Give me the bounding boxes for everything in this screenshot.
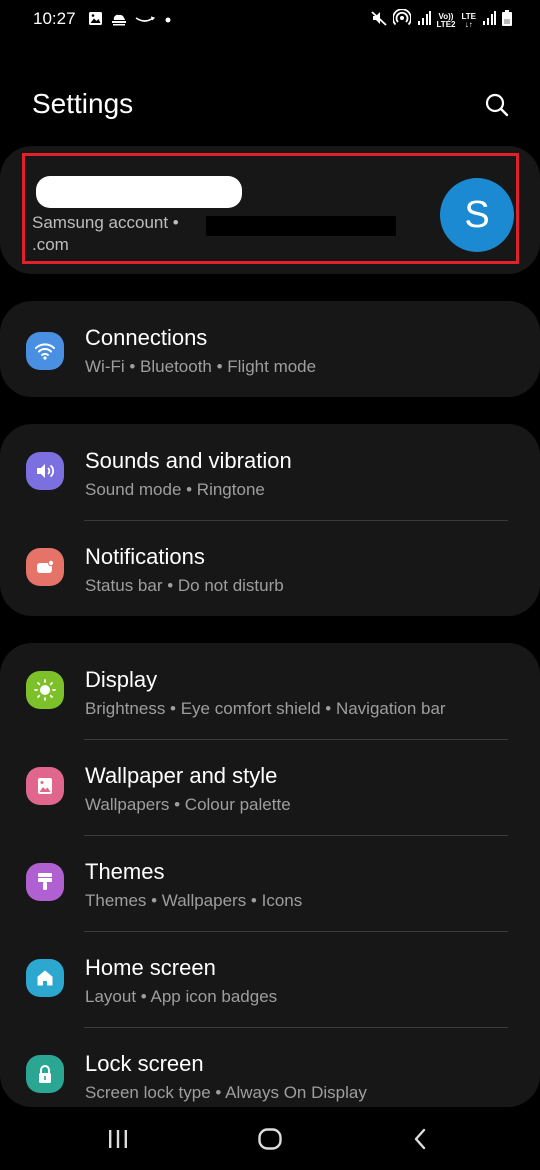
hotspot-icon — [391, 8, 412, 32]
item-title: Lock screen — [85, 1051, 204, 1076]
dot-icon — [163, 12, 173, 30]
item-subtitle: Screen lock type • Always On Display — [85, 1083, 367, 1102]
lock-icon — [26, 1055, 64, 1093]
account-email-redacted — [206, 216, 396, 236]
item-title: Connections — [85, 325, 208, 350]
notification-icon — [26, 548, 64, 586]
item-subtitle: Wallpapers • Colour palette — [85, 795, 291, 814]
item-subtitle: Sound mode • Ringtone — [85, 480, 265, 499]
settings-item-connections[interactable]: Connections Wi-Fi • Bluetooth • Flight m… — [0, 301, 540, 397]
account-name-redacted — [36, 176, 242, 208]
back-button[interactable] — [400, 1126, 440, 1156]
back-icon — [410, 1127, 430, 1156]
settings-item-sounds-and-vibration[interactable]: Sounds and vibration Sound mode • Ringto… — [0, 424, 540, 520]
wifi-icon — [26, 332, 64, 370]
recents-icon — [106, 1128, 130, 1155]
header: Settings — [0, 80, 540, 132]
wallpaper-icon — [26, 767, 64, 805]
paintbrush-icon — [26, 863, 64, 901]
status-bar: 10:27 Vo)) LTE2 LTE ↓↑ — [0, 0, 540, 40]
mute-icon — [370, 10, 387, 31]
home-button[interactable] — [250, 1126, 290, 1156]
brightness-icon — [26, 671, 64, 709]
speaker-icon — [26, 452, 64, 490]
signal-icon — [482, 11, 496, 30]
samsung-account-card[interactable]: Samsung account • .com S — [0, 146, 540, 274]
cloud-icon — [111, 12, 127, 31]
item-subtitle: Brightness • Eye comfort shield • Naviga… — [85, 699, 446, 718]
item-title: Wallpaper and style — [85, 763, 278, 788]
item-title: Home screen — [85, 955, 216, 980]
signal-icon — [417, 11, 431, 30]
item-title: Sounds and vibration — [85, 448, 292, 473]
settings-group-sound-notifications: Sounds and vibration Sound mode • Ringto… — [0, 424, 540, 616]
navigation-bar — [0, 1110, 540, 1170]
item-title: Themes — [85, 859, 165, 884]
home-button-icon — [257, 1127, 283, 1156]
account-subtitle: Samsung account • — [32, 213, 179, 232]
status-time: 10:27 — [33, 9, 76, 28]
battery-icon — [502, 10, 512, 31]
search-button[interactable] — [484, 92, 510, 118]
account-email-suffix: .com — [32, 235, 69, 254]
item-subtitle: Status bar • Do not disturb — [85, 576, 284, 595]
page-title: Settings — [32, 88, 134, 119]
volte-lte2-icon: Vo)) LTE2 — [436, 11, 456, 29]
amazon-smile-icon — [135, 12, 156, 30]
item-title: Display — [85, 667, 158, 692]
settings-item-lock-screen[interactable]: Lock screen Screen lock type • Always On… — [0, 1027, 540, 1107]
avatar[interactable]: S — [440, 178, 514, 252]
recents-button[interactable] — [98, 1126, 138, 1156]
settings-group-connectivity: Connections Wi-Fi • Bluetooth • Flight m… — [0, 301, 540, 397]
settings-item-wallpaper-and-style[interactable]: Wallpaper and style Wallpapers • Colour … — [0, 739, 540, 835]
settings-item-home-screen[interactable]: Home screen Layout • App icon badges — [0, 931, 540, 1027]
item-subtitle: Layout • App icon badges — [85, 987, 278, 1006]
settings-item-themes[interactable]: Themes Themes • Wallpapers • Icons — [0, 835, 540, 931]
item-title: Notifications — [85, 544, 205, 569]
gallery-icon — [88, 11, 103, 31]
lte-data-icon: LTE ↓↑ — [461, 11, 476, 29]
search-icon — [484, 93, 510, 122]
home-icon — [26, 959, 64, 997]
settings-item-display[interactable]: Display Brightness • Eye comfort shield … — [0, 643, 540, 739]
settings-group-display: Display Brightness • Eye comfort shield … — [0, 643, 540, 1107]
item-subtitle: Wi-Fi • Bluetooth • Flight mode — [85, 357, 317, 376]
settings-item-notifications[interactable]: Notifications Status bar • Do not distur… — [0, 520, 540, 616]
item-subtitle: Themes • Wallpapers • Icons — [85, 891, 303, 910]
